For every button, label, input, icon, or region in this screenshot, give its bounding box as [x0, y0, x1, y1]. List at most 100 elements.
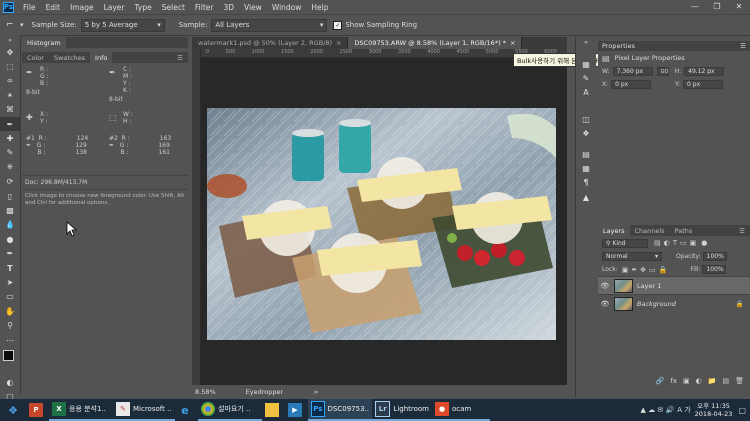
menu-3d[interactable]: 3D: [218, 3, 239, 12]
layer-row-background[interactable]: 👁 Background 🔒: [598, 294, 750, 312]
tab-layers[interactable]: Layers: [598, 225, 630, 236]
blend-mode-select[interactable]: Normal ▾: [602, 252, 662, 261]
taskbar-chrome[interactable]: 설마요기 ..: [198, 399, 262, 421]
link-layers-icon[interactable]: 🔗: [656, 377, 665, 385]
taskbar-ocam[interactable]: ● ocam: [432, 399, 490, 421]
marquee-tool-icon[interactable]: ⬚: [0, 59, 20, 73]
history-brush-tool-icon[interactable]: ⟳: [0, 175, 20, 189]
restore-icon[interactable]: ❐: [706, 0, 728, 13]
layer-filter-icons[interactable]: ▤◐T▭▣: [654, 239, 699, 247]
quick-mask-icon[interactable]: ◐: [0, 375, 20, 389]
taskbar-ie[interactable]: e: [175, 399, 198, 421]
tab-info[interactable]: Info: [90, 52, 113, 63]
panel-menu-icon[interactable]: ☰: [172, 52, 188, 63]
add-mask-icon[interactable]: ▣: [683, 377, 690, 385]
new-group-icon[interactable]: 📁: [708, 377, 717, 385]
menu-filter[interactable]: Filter: [190, 3, 219, 12]
brush-tool-icon[interactable]: ✎: [0, 146, 20, 160]
width-field[interactable]: 7.360 px: [612, 67, 653, 76]
visibility-eye-icon[interactable]: 👁: [598, 282, 612, 290]
panel-menu-icon[interactable]: ☰: [734, 225, 750, 236]
menu-window[interactable]: Window: [267, 3, 307, 12]
character-icon[interactable]: A: [576, 86, 596, 100]
glyphs-icon[interactable]: ▲: [576, 190, 596, 204]
styles-icon[interactable]: ❖: [576, 127, 596, 141]
taskbar-explorer[interactable]: [262, 399, 285, 421]
notifications-icon[interactable]: ▢: [738, 406, 746, 415]
eyedropper-icon[interactable]: ⌐: [6, 20, 20, 30]
eraser-tool-icon[interactable]: ▯: [0, 189, 20, 203]
tab-swatches[interactable]: Swatches: [49, 52, 90, 63]
foreground-color-swatch[interactable]: [3, 350, 14, 362]
tab-channels[interactable]: Channels: [630, 225, 670, 236]
taskbar-lightroom[interactable]: Lr Lightroom: [372, 399, 432, 421]
document-photo[interactable]: [207, 108, 556, 340]
status-menu-arrow[interactable]: >: [313, 388, 318, 396]
ime-indicator[interactable]: A 가: [677, 405, 690, 415]
close-icon[interactable]: ✕: [728, 0, 750, 13]
taskbar-excel[interactable]: X 응용 분석1..: [49, 399, 113, 421]
fill-field[interactable]: 100%: [702, 265, 727, 274]
blur-tool-icon[interactable]: 💧: [0, 218, 20, 232]
tab-document-dsc09753[interactable]: DSC09753.ARW @ 8.58% (Layer 1, RGB/16*) …: [348, 37, 523, 49]
paragraph-icon[interactable]: ¶: [576, 176, 596, 190]
tab-histogram[interactable]: Histogram: [22, 37, 66, 48]
lasso-tool-icon[interactable]: ∞: [0, 74, 20, 88]
swatches-icon[interactable]: ▦: [576, 161, 596, 175]
clock[interactable]: 오후 11:35 2018-04-23: [695, 402, 733, 418]
lock-icons[interactable]: ▣✒✥▭🔒: [622, 266, 671, 274]
hand-tool-icon[interactable]: ✋: [0, 304, 20, 318]
tray-icons[interactable]: ▲ ☁ ✉ 🔊: [641, 406, 675, 414]
path-select-tool-icon[interactable]: ➤: [0, 275, 20, 289]
menu-help[interactable]: Help: [306, 3, 333, 12]
chevron-down-icon[interactable]: ▾: [20, 21, 24, 29]
sample-size-select[interactable]: 5 by 5 Average ▾: [80, 18, 165, 32]
sample-select[interactable]: All Layers ▾: [211, 18, 328, 32]
eyedropper-tool-icon[interactable]: ✒: [0, 116, 20, 132]
close-tab-icon[interactable]: ×: [336, 39, 341, 47]
show-ring-checkbox[interactable]: ✓: [333, 20, 343, 30]
stamp-tool-icon[interactable]: ⎈: [0, 160, 20, 174]
tab-properties[interactable]: Properties: [602, 42, 635, 50]
filter-toggle-icon[interactable]: ●: [701, 239, 707, 247]
delete-layer-icon[interactable]: 🗑: [735, 377, 744, 385]
taskbar-paint[interactable]: ✎ Microsoft ..: [113, 399, 175, 421]
opacity-field[interactable]: 100%: [702, 252, 727, 261]
history-icon[interactable]: ▦: [576, 57, 596, 71]
libraries-icon[interactable]: ▤: [576, 147, 596, 161]
close-tab-icon[interactable]: ×: [510, 39, 515, 47]
move-tool-icon[interactable]: ✥: [0, 45, 20, 59]
x-field[interactable]: 0 px: [611, 80, 652, 89]
fx-icon[interactable]: fx: [670, 377, 677, 385]
taskbar-media[interactable]: ▶: [285, 399, 308, 421]
zoom-tool-icon[interactable]: ⚲: [0, 318, 20, 332]
type-tool-icon[interactable]: T: [0, 261, 20, 275]
healing-tool-icon[interactable]: ✚: [0, 131, 20, 145]
link-button[interactable]: GO: [656, 67, 669, 76]
menu-file[interactable]: File: [18, 3, 41, 12]
quick-select-tool-icon[interactable]: ✴: [0, 88, 20, 102]
collapse-icon[interactable]: «: [576, 37, 596, 47]
collapse-tools-icon[interactable]: »: [0, 35, 20, 45]
menu-select[interactable]: Select: [157, 3, 190, 12]
menu-edit[interactable]: Edit: [41, 3, 66, 12]
pen-tool-icon[interactable]: ✒: [0, 246, 20, 260]
minimize-icon[interactable]: —: [684, 0, 706, 13]
shape-tool-icon[interactable]: ▭: [0, 290, 20, 304]
height-field[interactable]: 49.12 px: [684, 67, 725, 76]
start-button[interactable]: ❖: [0, 399, 26, 421]
tab-document-watermark[interactable]: watermark1.psd @ 50% (Layer 2, RGB/8) ×: [192, 37, 349, 49]
y-field[interactable]: 0 px: [683, 80, 724, 89]
new-layer-icon[interactable]: ▤: [722, 377, 729, 385]
gradient-tool-icon[interactable]: ▩: [0, 203, 20, 217]
brush-preset-icon[interactable]: ✎: [576, 71, 596, 85]
menu-image[interactable]: Image: [65, 3, 99, 12]
menu-type[interactable]: Type: [130, 3, 157, 12]
dodge-tool-icon[interactable]: ●: [0, 232, 20, 246]
taskbar-powerpoint[interactable]: P: [26, 399, 49, 421]
adjustment-layer-icon[interactable]: ◐: [696, 377, 702, 385]
layer-row-layer-1[interactable]: 👁 Layer 1: [598, 276, 750, 294]
layer-kind-select[interactable]: ⚲ Kind: [602, 238, 648, 248]
menu-view[interactable]: View: [239, 3, 267, 12]
taskbar-photoshop[interactable]: Ps DSC09753..: [308, 399, 372, 421]
